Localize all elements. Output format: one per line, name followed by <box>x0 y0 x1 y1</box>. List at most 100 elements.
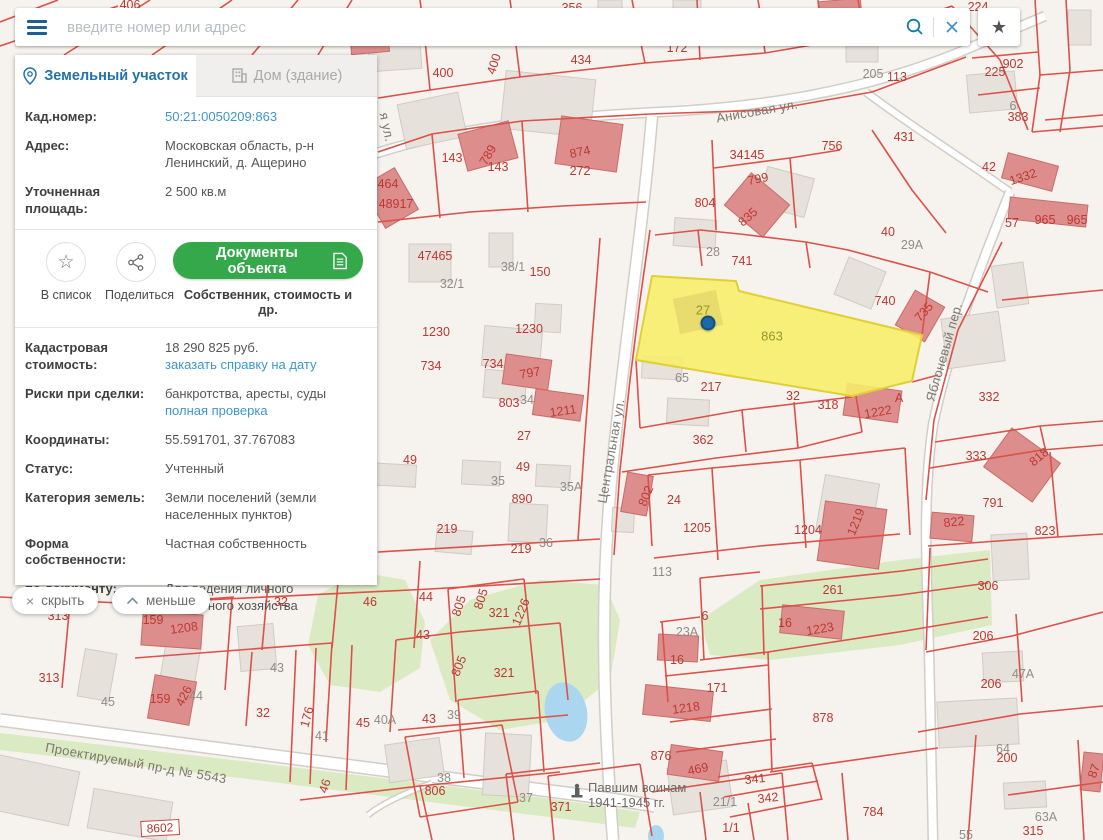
field-value: Московская область, р-н Ленинский, д. Ащ… <box>165 138 363 172</box>
map-label: 806 <box>425 784 446 798</box>
map-label: 863 <box>761 329 783 344</box>
field-link[interactable]: полная проверка <box>165 403 326 420</box>
field-row: Адрес:Московская область, р-н Ленинский,… <box>25 138 363 172</box>
map-label: 756 <box>822 139 843 153</box>
map-label: 342 <box>757 790 779 806</box>
map-label: 878 <box>813 711 834 725</box>
tab-land-parcel[interactable]: Земельный участок <box>15 55 196 97</box>
map-label: 29A <box>901 238 923 252</box>
map-label: 150 <box>530 265 551 279</box>
field-row: Кад.номер:50:21:0050209:863 <box>25 109 363 126</box>
map-label: 803 <box>499 396 520 410</box>
map-label: 741 <box>732 254 753 268</box>
field-value: 2 500 кв.м <box>165 184 226 218</box>
map-label: 47A <box>1012 667 1034 681</box>
map-label: 171 <box>707 681 728 695</box>
app-window: 4063562241724344004001132052259026383431… <box>0 0 1103 840</box>
add-to-list-button[interactable]: ☆ В список <box>35 242 97 302</box>
map-label: 219 <box>511 542 532 556</box>
map-label: 206 <box>981 677 1002 691</box>
map-label: 876 <box>651 749 672 763</box>
map-label: 734 <box>483 357 504 371</box>
building-icon <box>231 68 247 83</box>
search-input[interactable] <box>59 19 897 36</box>
chevron-up-icon <box>126 597 139 605</box>
map-label: 6 <box>702 609 709 623</box>
field-row: Уточненная площадь:2 500 кв.м <box>25 184 363 218</box>
field-label: Кад.номер: <box>25 109 165 126</box>
hide-panel-button[interactable]: × скрыть <box>12 587 98 614</box>
map-label: 333 <box>966 449 987 463</box>
map-label: 1204 <box>794 523 822 537</box>
map-label: 27 <box>517 429 531 443</box>
map-label: 315 <box>1023 824 1044 838</box>
field-value: 55.591701, 37.767083 <box>165 432 295 449</box>
map-label: 965 <box>1067 213 1088 227</box>
selected-parcel-marker <box>701 316 716 331</box>
map-label: 24 <box>667 493 681 507</box>
field-value-link[interactable]: 50:21:0050209:863 <box>165 109 277 124</box>
map-label: 35 <box>491 474 505 488</box>
map-label: 21/1 <box>713 795 737 809</box>
favorites-button[interactable]: ★ <box>978 8 1020 46</box>
close-icon: × <box>26 593 34 609</box>
map-label: 261 <box>823 583 844 597</box>
map-label: 16 <box>670 653 684 667</box>
field-row: Координаты:55.591701, 37.767083 <box>25 432 363 449</box>
star-outline-icon: ☆ <box>57 251 74 274</box>
search-bar <box>15 8 970 46</box>
map-label: 43 <box>422 712 436 726</box>
close-icon[interactable] <box>934 8 970 46</box>
map-label: 734 <box>421 359 442 373</box>
map-label: 890 <box>512 492 533 506</box>
map-label: 143 <box>442 151 463 165</box>
parcel-info-panel: Земельный участок Дом (здание) Кад.номер… <box>15 55 377 585</box>
map-label: 1/1 <box>722 821 739 835</box>
map-label: 48917 <box>379 197 414 211</box>
map-label: 49 <box>403 453 417 467</box>
map-label: 341 <box>744 771 766 787</box>
tab-label: Дом (здание) <box>254 68 343 84</box>
map-label: 965 <box>1035 213 1056 227</box>
map-label: 200 <box>997 751 1018 765</box>
field-value-text: Частная собственность <box>165 536 307 553</box>
map-label: 822 <box>943 514 965 530</box>
field-value: 50:21:0050209:863 <box>165 109 277 126</box>
map-label: 49 <box>516 460 530 474</box>
field-link[interactable]: заказать справку на дату <box>165 357 317 374</box>
map-label: 371 <box>551 800 572 814</box>
search-icon[interactable] <box>897 8 933 46</box>
share-button[interactable]: Поделиться <box>105 242 167 302</box>
field-label: Риски при сделки: <box>25 386 165 420</box>
tab-building[interactable]: Дом (здание) <box>196 55 377 97</box>
map-label: 55 <box>959 828 973 840</box>
monument-label: Павшим воинам 1941-1945 гг. <box>588 781 686 811</box>
map-label: 32 <box>786 389 800 403</box>
map-label: 65 <box>675 371 689 385</box>
parcel-fields-top: Кад.номер:50:21:0050209:863 Адрес:Московс… <box>25 109 363 217</box>
object-documents-button[interactable]: Документы объекта <box>173 242 363 279</box>
map-label: 47465 <box>418 249 453 263</box>
map-label: 23A <box>676 625 698 639</box>
parcel-fields-bottom: Кадастровая стоимость:18 290 825 руб.зак… <box>25 340 363 615</box>
map-label: 362 <box>693 433 714 447</box>
field-value: банкротства, аресты, судыполная проверка <box>165 386 326 420</box>
field-value: Частная собственность <box>165 536 307 570</box>
map-label: 37 <box>519 791 533 805</box>
collapse-panel-button[interactable]: меньше <box>112 587 210 614</box>
map-label: 43 <box>270 661 284 675</box>
map-label: 823 <box>1035 524 1056 538</box>
location-pin-icon <box>23 67 37 85</box>
field-value-text: 55.591701, 37.767083 <box>165 432 295 449</box>
field-row: Категория земель:Земли поселений (земли … <box>25 490 363 524</box>
field-value: Земли поселений (земли населенных пункто… <box>165 490 363 524</box>
field-label: Кадастровая стоимость: <box>25 340 165 374</box>
menu-button[interactable] <box>15 8 59 46</box>
map-label: 804 <box>695 196 716 210</box>
field-label: Категория земель: <box>25 490 165 524</box>
map-label: 1230 <box>515 322 543 336</box>
map-label: 784 <box>863 805 884 819</box>
tab-label: Земельный участок <box>44 68 188 84</box>
field-value-text: 2 500 кв.м <box>165 184 226 201</box>
map-label: 113 <box>652 565 672 579</box>
